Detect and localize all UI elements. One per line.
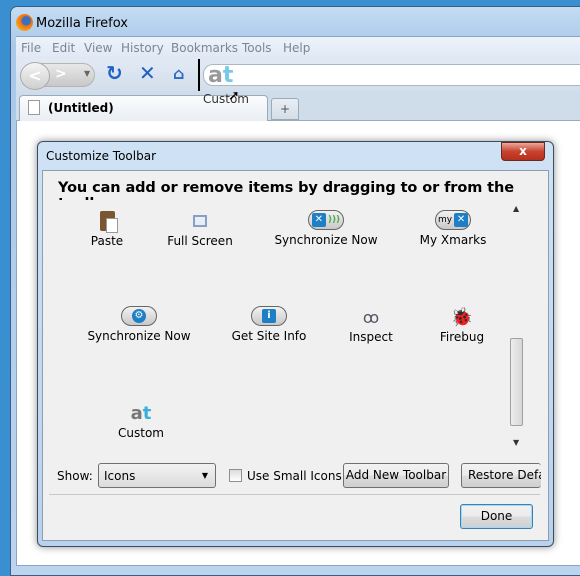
xmarks-sync-icon: ✕))) (256, 209, 396, 231)
menu-edit[interactable]: Edit (52, 41, 75, 55)
at-icon: at (130, 402, 152, 424)
palette-item-synchronize-now[interactable]: ✕))) Synchronize Now (256, 209, 396, 247)
fullscreen-icon (130, 210, 270, 232)
show-select[interactable]: Icons ▼ (98, 463, 216, 488)
item-label: Full Screen (167, 234, 233, 248)
scroll-up-icon[interactable]: ▲ (513, 204, 519, 213)
stop-icon[interactable]: ✕ (139, 61, 156, 85)
show-select-value: Icons (104, 469, 136, 483)
menu-history[interactable]: History (121, 41, 164, 55)
restore-default-button[interactable]: Restore Default Set (461, 463, 541, 488)
menu-bookmarks[interactable]: Bookmarks (171, 41, 238, 55)
divider (49, 494, 540, 495)
palette-item-synchronize-now-2[interactable]: ⚙ Synchronize Now (69, 305, 209, 343)
palette-item-my-xmarks[interactable]: my ✕ My Xmarks (383, 209, 523, 247)
chevron-down-icon: ▼ (201, 471, 208, 480)
item-label: Custom (118, 426, 164, 440)
history-dropdown-icon[interactable]: ▼ (84, 69, 90, 78)
close-button[interactable]: x (501, 142, 545, 161)
dialog-title: Customize Toolbar (46, 149, 157, 163)
show-label: Show: (57, 469, 93, 483)
forward-button[interactable]: > (55, 66, 67, 82)
menu-view[interactable]: View (84, 41, 112, 55)
done-button[interactable]: Done (460, 504, 533, 529)
menu-help[interactable]: Help (283, 41, 310, 55)
menu-file[interactable]: File (21, 41, 41, 55)
my-xmarks-icon: my ✕ (383, 209, 523, 231)
window-title: Mozilla Firefox (36, 16, 128, 31)
small-icons-label: Use Small Icons (247, 469, 342, 483)
back-button[interactable]: < (20, 62, 50, 90)
item-label: My Xmarks (419, 233, 487, 247)
small-icons-checkbox[interactable] (229, 469, 242, 482)
page-icon (28, 100, 40, 115)
scroll-down-icon[interactable]: ▼ (513, 438, 519, 447)
palette-item-custom[interactable]: at Custom (71, 402, 211, 441)
firefox-logo-icon (16, 14, 33, 31)
drop-indicator (198, 59, 200, 91)
tab-label: (Untitled) (48, 101, 114, 115)
dragged-custom-label: Custom (203, 92, 249, 106)
sync-gear-icon: ⚙ (69, 305, 209, 327)
palette-item-full-screen[interactable]: Full Screen (130, 210, 270, 248)
url-bar[interactable] (203, 64, 580, 86)
menu-tools[interactable]: Tools (242, 41, 272, 55)
add-new-toolbar-button[interactable]: Add New Toolbar (343, 463, 449, 488)
scrollbar-thumb[interactable] (510, 338, 523, 426)
my-text: my (437, 215, 453, 225)
new-tab-button[interactable]: + (271, 98, 299, 120)
dragged-custom-icon: at (208, 63, 234, 88)
item-label: Synchronize Now (274, 233, 378, 247)
home-icon[interactable]: ⌂ (173, 64, 184, 83)
reload-icon[interactable]: ↻ (106, 61, 123, 85)
item-label: Synchronize Now (87, 329, 191, 343)
drag-cursor-icon: ➚ (228, 88, 240, 104)
